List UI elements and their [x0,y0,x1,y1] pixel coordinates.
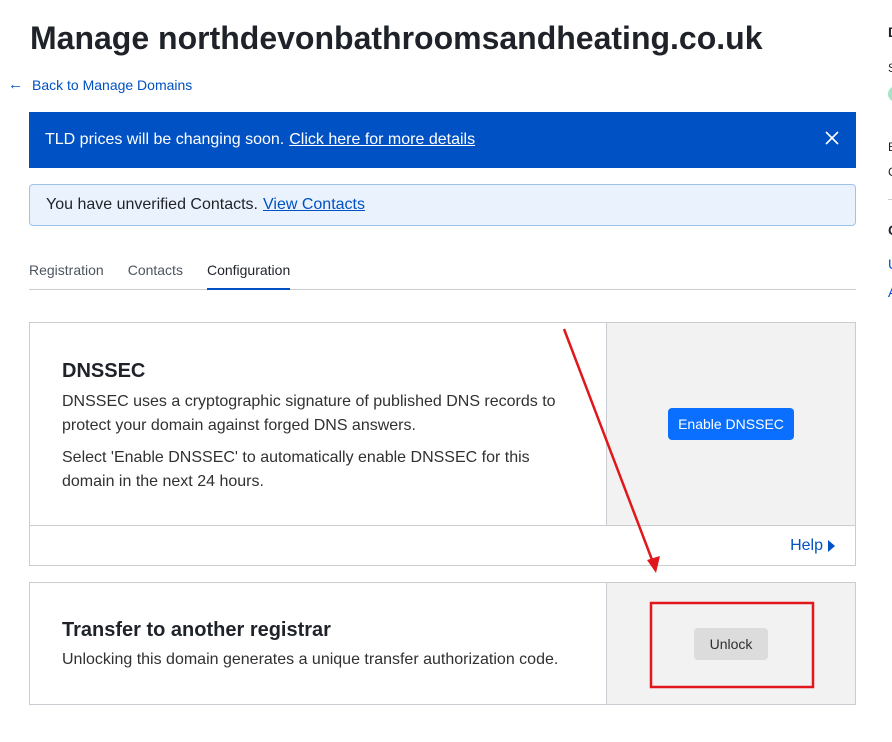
unlock-button[interactable]: Unlock [694,627,768,660]
dnssec-card: DNSSEC DNSSEC uses a cryptographic signa… [29,322,856,566]
transfer-heading: Transfer to another registrar [62,619,331,641]
transfer-card: Transfer to another registrar Unlocking … [29,582,856,705]
sidebar-fragment: C [888,222,892,238]
tld-price-banner: TLD prices will be changing soon. Click … [29,112,856,168]
dnssec-heading: DNSSEC [62,360,146,382]
arrow-left-icon: ← [8,76,23,93]
enable-dnssec-button[interactable]: Enable DNSSEC [668,408,794,440]
dnssec-body: DNSSEC DNSSEC uses a cryptographic signa… [30,323,608,525]
view-contacts-link[interactable]: View Contacts [263,196,365,214]
domain-tabs: Registration Contacts Configuration [29,248,856,290]
sidebar-fragment: D [888,24,892,40]
transfer-action-panel: Unlock [606,583,855,704]
dnssec-instructions: Select 'Enable DNSSEC' to automatically … [62,449,530,490]
transfer-body: Transfer to another registrar Unlocking … [30,583,608,704]
help-link[interactable]: Help [790,537,835,555]
banner-text: TLD prices will be changing soon. [45,131,285,148]
tab-configuration[interactable]: Configuration [206,248,291,290]
sidebar-fragment: E [888,140,892,154]
dnssec-action-panel: Enable DNSSEC [606,323,855,525]
sidebar-link-fragment[interactable]: A [888,284,892,300]
banner-details-link[interactable]: Click here for more details [289,131,475,149]
unverified-contacts-banner: You have unverified Contacts. View Conta… [29,184,856,226]
help-label: Help [790,536,823,554]
back-to-domains-link[interactable]: ← Back to Manage Domains [8,76,192,93]
tab-contacts[interactable]: Contacts [128,248,183,289]
close-icon[interactable] [824,130,840,146]
tab-registration[interactable]: Registration [29,248,104,289]
dnssec-footer: Help [30,525,855,565]
sidebar-fragment: C [888,165,892,179]
caret-right-icon [828,539,835,552]
back-link-label: Back to Manage Domains [32,76,193,93]
info-banner-text: You have unverified Contacts. [46,196,258,213]
dnssec-description: DNSSEC uses a cryptographic signature of… [62,393,556,434]
page-title: Manage northdevonbathroomsandheating.co.… [30,20,763,56]
status-dot [888,86,892,102]
sidebar-fragment: S [888,61,892,75]
divider [888,199,892,200]
sidebar-link-fragment[interactable]: U [888,256,892,272]
transfer-description: Unlocking this domain generates a unique… [62,651,559,668]
